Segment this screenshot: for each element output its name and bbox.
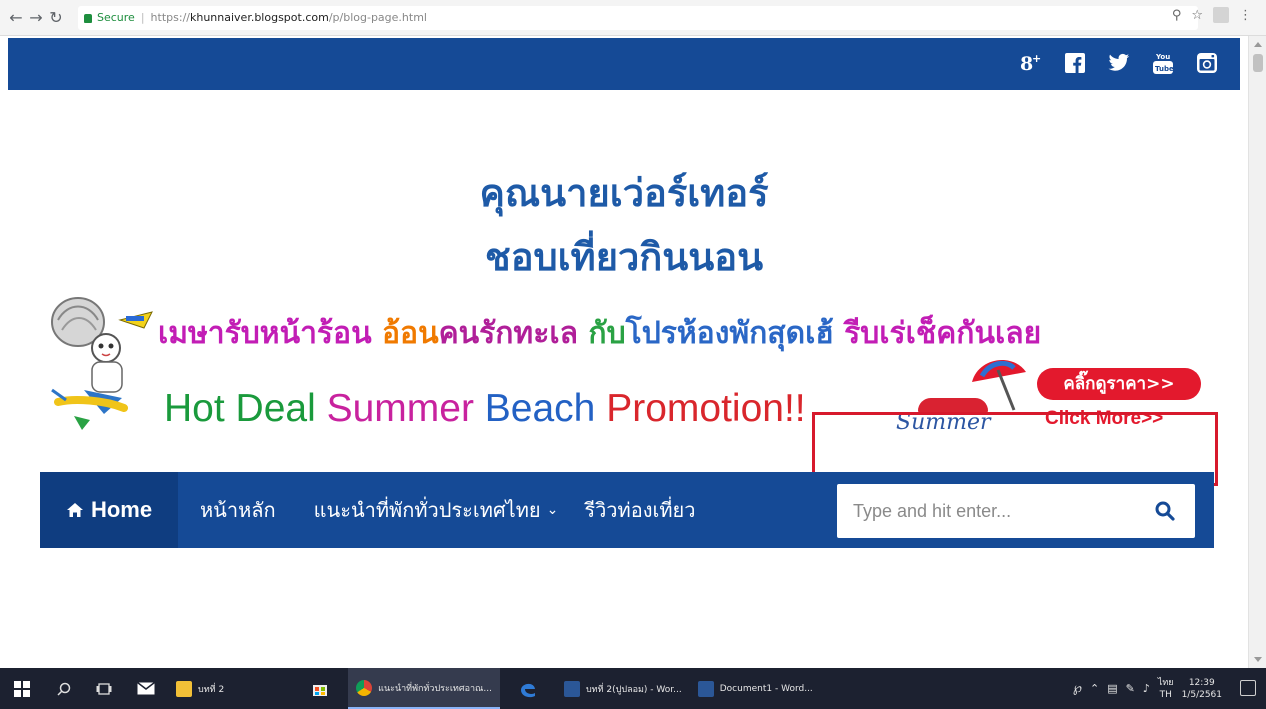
back-icon[interactable]: ← — [6, 6, 26, 30]
taskbar-word-label-2: Document1 - Word... — [719, 683, 813, 694]
promo-thai-part-5: โปรห้องพักสุดเฮ้ — [625, 316, 845, 351]
promo-thai-part-4: กับ — [588, 316, 626, 351]
scroll-down-icon[interactable] — [1254, 657, 1262, 662]
scrollbar-thumb[interactable] — [1253, 54, 1263, 72]
svg-text:Tube: Tube — [1155, 65, 1174, 73]
chrome-icon — [356, 679, 373, 696]
nav-home-label: Home — [90, 497, 153, 522]
star-icon[interactable]: ☆ — [1191, 8, 1203, 23]
extension-icon[interactable] — [1213, 7, 1229, 23]
pen-icon[interactable]: ✎ — [1126, 682, 1135, 695]
search-button[interactable] — [1135, 484, 1195, 538]
system-tray: ℘ ⌃ ▤ ✎ ♪ ไทย TH 12:39 1/5/2561 — [1073, 668, 1222, 709]
mascot-illustration — [51, 297, 153, 430]
promo-thai-part-3: คนรักทะเล — [438, 316, 589, 351]
menu-icon[interactable]: ⋮ — [1239, 8, 1252, 23]
secure-label: Secure — [97, 11, 135, 24]
instagram-icon[interactable] — [1194, 50, 1220, 76]
language-top: ไทย — [1157, 677, 1174, 688]
taskbar-chrome[interactable]: แนะนำที่พักทั่วประเทศอาณ... — [348, 668, 500, 709]
promo-en-part-3: Beach — [484, 387, 607, 430]
reload-icon[interactable]: ↻ — [46, 6, 66, 30]
promo-thai-headline: เมษารับหน้าร้อน อ้อนคนรักทะเล กับโปรห้อง… — [158, 316, 1041, 352]
search-box — [837, 484, 1195, 538]
promo-thai-part-1: เมษารับหน้าร้อน — [158, 316, 383, 351]
people-icon[interactable]: ℘ — [1073, 681, 1082, 696]
promo-en-part-4: Promotion!! — [606, 387, 806, 430]
taskbar-word-doc-1[interactable]: บทที่ 2(ปูปลอม) - Wor... — [556, 668, 690, 709]
scroll-up-icon[interactable] — [1254, 42, 1262, 47]
chevron-down-icon: ⌄ — [546, 502, 559, 518]
promo-en-part-1: Hot Deal — [164, 387, 327, 430]
url-path: /p/blog-page.html — [328, 11, 427, 24]
word-icon — [563, 680, 580, 697]
windows-start-icon[interactable] — [0, 668, 44, 709]
forward-icon[interactable]: → — [26, 6, 46, 30]
blog-subtitle: ชอบเที่ยวกินนอน — [484, 235, 764, 279]
clock-date: 1/5/2561 — [1181, 689, 1222, 700]
input-language[interactable]: ไทย TH — [1158, 677, 1174, 701]
taskbar-word-label-1: บทที่ 2(ปูปลอม) - Wor... — [585, 684, 682, 695]
taskbar-chrome-label: แนะนำที่พักทั่วประเทศอาณ... — [378, 683, 492, 694]
search-input[interactable] — [837, 484, 1135, 538]
volume-icon[interactable]: ♪ — [1143, 682, 1150, 695]
promo-thai-part-6: รีบเร่เช็คกันเลย — [844, 316, 1042, 351]
windows-taskbar: บทที่ 2 แนะนำที่พักทั่วประเทศอาณ... บทที… — [0, 668, 1266, 709]
edge-icon[interactable] — [500, 668, 556, 709]
notification-icon[interactable] — [1240, 680, 1256, 696]
mail-icon[interactable] — [124, 668, 168, 709]
url-protocol: https:// — [150, 11, 190, 24]
nav-home[interactable]: Home — [40, 472, 178, 548]
nav-recommend-dropdown[interactable]: แนะนำที่พักทั่วประเทศไทย ⌄ — [314, 472, 559, 548]
search-icon — [1155, 501, 1175, 521]
twitter-icon[interactable] — [1106, 50, 1132, 76]
browser-toolbar: ← → ↻ Secure | https:// khunnaiver.blogs… — [0, 0, 1266, 36]
social-bar: 8 + You Tube — [8, 38, 1240, 90]
nav-recommend-label: แนะนำที่พักทั่วประเทศไทย — [313, 498, 541, 522]
social-links: 8 + You Tube — [1018, 50, 1220, 76]
taskbar-search-icon[interactable] — [44, 668, 84, 709]
nav-main-page[interactable]: หน้าหลัก — [200, 472, 276, 548]
taskbar-folder[interactable]: บทที่ 2 — [168, 668, 232, 709]
folder-icon — [176, 680, 192, 697]
youtube-icon[interactable]: You Tube — [1150, 50, 1176, 76]
page-scrollbar[interactable] — [1248, 36, 1266, 668]
google-plus-icon[interactable]: 8 + — [1018, 50, 1044, 76]
nav-review[interactable]: รีวิวท่องเที่ยว — [584, 472, 695, 548]
price-check-button[interactable]: คลิ๊กดูราคา>> — [1037, 368, 1201, 400]
clock-time: 12:39 — [1188, 677, 1215, 688]
store-icon[interactable] — [292, 668, 348, 709]
network-icon[interactable]: ▤ — [1107, 682, 1117, 695]
taskbar-word-doc-2[interactable]: Document1 - Word... — [690, 668, 821, 709]
svg-text:You: You — [1155, 53, 1170, 61]
screen: ← → ↻ Secure | https:// khunnaiver.blogs… — [0, 0, 1266, 709]
web-page: 8 + You Tube คุณนายเว่อร์เทอร์ ชอบเที่ยวกิ… — [0, 36, 1248, 668]
promo-english-headline: Hot Deal Summer Beach Promotion!! — [164, 387, 806, 431]
url-host: khunnaiver.blogspot.com — [189, 11, 329, 24]
taskbar-folder-label: บทที่ 2 — [198, 684, 225, 695]
tray-chevron-icon[interactable]: ⌃ — [1090, 682, 1099, 695]
promo-thai-part-2: อ้อน — [382, 316, 439, 351]
main-nav: Home หน้าหลัก แนะนำที่พักทั่วประเทศไทย ⌄… — [40, 472, 1214, 548]
url-separator: | — [140, 11, 145, 24]
word-icon — [697, 680, 714, 697]
home-icon — [66, 503, 83, 517]
language-bottom: TH — [1159, 689, 1172, 700]
taskbar-clock[interactable]: 12:39 1/5/2561 — [1182, 677, 1222, 701]
facebook-icon[interactable] — [1062, 50, 1088, 76]
svg-text:+: + — [1032, 52, 1041, 65]
promo-en-part-2: Summer — [326, 387, 485, 430]
address-bar[interactable]: Secure | https:// khunnaiver.blogspot.co… — [78, 5, 1198, 30]
blog-title[interactable]: คุณนายเว่อร์เทอร์ — [0, 170, 1248, 216]
zoom-icon[interactable]: ⚲ — [1172, 8, 1182, 23]
lock-icon — [84, 14, 92, 23]
browser-actions: ⚲ ☆ ⋮ — [1172, 7, 1252, 23]
task-view-icon[interactable] — [84, 668, 124, 709]
